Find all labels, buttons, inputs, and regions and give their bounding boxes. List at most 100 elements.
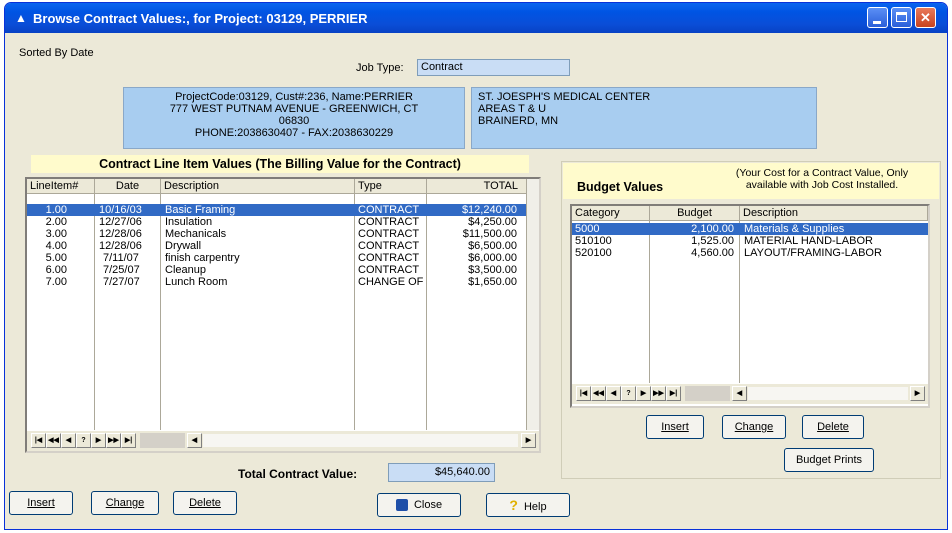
table-row[interactable]: 2.00 12/27/06 Insulation CONTRACT $4,250… [27,216,526,228]
table-row[interactable]: 3.00 12/28/06 Mechanicals CONTRACT $11,5… [27,228,526,240]
next-record-button[interactable]: ▶ [91,433,106,448]
table-row[interactable]: 520100 4,560.00 LAYOUT/FRAMING-LABOR [572,247,928,259]
table-row[interactable]: 1.00 10/16/03 Basic Framing CONTRACT $12… [27,204,526,216]
total-contract-label: Total Contract Value: [238,467,358,481]
scroll-thumb[interactable] [685,386,730,401]
scroll-left-button[interactable]: ◀ [732,386,747,401]
scroll-left-button[interactable]: ◀ [187,433,202,448]
cell-total: $1,650.00 [468,276,517,288]
col-budget-header[interactable]: Budget [650,206,740,221]
scroll-thumb[interactable] [140,433,185,448]
cell-date: 12/28/06 [99,228,142,240]
cell-item: 6.00 [45,264,67,276]
cell-type: CHANGE OF [358,276,424,288]
col-category-header[interactable]: Category [572,206,650,221]
cell-item: 3.00 [45,228,67,240]
col-lineitem-header[interactable]: LineItem# [27,179,95,194]
title-bar[interactable]: ▲ Browse Contract Values:, for Project: … [5,3,947,33]
cell-type: CONTRACT [358,264,420,276]
project-line-3: 06830 [278,115,310,127]
cell-date: 12/27/06 [99,216,142,228]
minimize-icon [873,21,881,24]
col-description-header[interactable]: Description [740,206,928,221]
budget-change-button[interactable]: Change [722,415,786,439]
help-button[interactable]: ? Help [486,493,570,517]
budget-note-line-1: (Your Cost for a Contract Value, Only [735,167,909,179]
next-record-button[interactable]: ▶ [636,386,651,401]
cell-item: 5.00 [45,252,67,264]
vertical-scrollbar[interactable] [527,179,539,430]
minimize-button[interactable] [867,7,888,28]
job-type-value: Contract [421,61,463,73]
total-contract-value: $45,640.00 [388,463,495,482]
first-record-button[interactable]: |◀ [31,433,46,448]
contract-grid[interactable]: LineItem# Date Description Type TOTAL 1.… [25,177,541,453]
table-row[interactable]: 6.00 7/25/07 Cleanup CONTRACT $3,500.00 [27,264,526,276]
project-line-4: PHONE:2038630407 - FAX:2038630229 [194,127,394,139]
button-label: Insert [661,421,689,433]
sort-label: Sorted By Date [19,47,94,59]
cell-date: 7/11/07 [103,252,139,264]
prev-record-button[interactable]: ◀ [61,433,76,448]
job-type-field[interactable]: Contract [417,59,570,76]
job-type-label: Job Type: [356,62,404,74]
cell-total: $11,500.00 [462,228,517,240]
close-window-button[interactable]: ✕ [915,7,936,28]
maximize-icon [896,12,907,22]
cell-type: CONTRACT [358,216,420,228]
close-button[interactable]: Close [377,493,461,517]
next-page-button[interactable]: ▶▶ [651,386,666,401]
cell-desc: Lunch Room [165,276,228,288]
col-description-header[interactable]: Description [161,179,355,194]
table-row[interactable]: 4.00 12/28/06 Drywall CONTRACT $6,500.00 [27,240,526,252]
maximize-button[interactable] [891,7,912,28]
budget-navigator[interactable]: |◀ ◀◀ ◀ ? ▶ ▶▶ ▶| ◀ ▶ [572,384,928,404]
cell-type: CONTRACT [358,252,420,264]
find-record-button[interactable]: ? [621,386,636,401]
cell-total: $6,500.00 [468,240,517,252]
table-row[interactable]: 7.00 7/27/07 Lunch Room CHANGE OF $1,650… [27,276,526,288]
customer-info-box: ST. JOESPH'S MEDICAL CENTER AREAS T & U … [471,87,817,149]
prev-page-button[interactable]: ◀◀ [46,433,61,448]
browse-contract-values-window: ▲ Browse Contract Values:, for Project: … [4,2,948,530]
table-row[interactable]: 510100 1,525.00 MATERIAL HAND-LABOR [572,235,928,247]
prev-record-button[interactable]: ◀ [606,386,621,401]
prev-page-button[interactable]: ◀◀ [591,386,606,401]
budget-grid[interactable]: Category Budget Description 5000 2,100.0… [570,204,930,408]
contract-navigator[interactable]: |◀ ◀◀ ◀ ? ▶ ▶▶ ▶| ◀ ▶ [27,431,539,451]
budget-note: (Your Cost for a Contract Value, Only av… [711,167,933,191]
cell-budget: 1,525.00 [691,235,734,247]
contract-delete-button[interactable]: Delete [173,491,237,515]
budget-prints-button[interactable]: Budget Prints [784,448,874,472]
cell-category: 510100 [575,235,612,247]
budget-insert-button[interactable]: Insert [646,415,704,439]
table-row[interactable]: 5.00 7/11/07 finish carpentry CONTRACT $… [27,252,526,264]
cell-desc: Materials & Supplies [744,223,845,235]
last-record-button[interactable]: ▶| [121,433,136,448]
scroll-right-button[interactable]: ▶ [910,386,925,401]
close-icon: ✕ [920,10,931,25]
budget-delete-button[interactable]: Delete [802,415,864,439]
button-label: Delete [817,421,849,433]
horizontal-scrollbar-track[interactable] [203,434,518,447]
customer-line-2: AREAS T & U [478,103,547,115]
button-label: Change [105,497,145,509]
last-record-button[interactable]: ▶| [666,386,681,401]
contract-change-button[interactable]: Change [91,491,159,515]
col-date-header[interactable]: Date [95,179,161,194]
scroll-right-button[interactable]: ▶ [521,433,536,448]
help-question-icon: ? [509,497,518,513]
col-type-header[interactable]: Type [355,179,427,194]
cell-budget: 2,100.00 [691,223,734,235]
first-record-button[interactable]: |◀ [576,386,591,401]
next-page-button[interactable]: ▶▶ [106,433,121,448]
project-info-box: ProjectCode:03129, Cust#:236, Name:PERRI… [123,87,465,149]
col-total-header[interactable]: TOTAL [427,179,527,194]
table-row[interactable]: 5000 2,100.00 Materials & Supplies [572,223,928,235]
contract-insert-button[interactable]: Insert [9,491,73,515]
find-record-button[interactable]: ? [76,433,91,448]
contract-heading: Contract Line Item Values (The Billing V… [31,155,529,173]
cell-date: 7/25/07 [103,264,140,276]
horizontal-scrollbar-track[interactable] [748,387,908,400]
customer-line-3: BRAINERD, MN [478,115,559,127]
